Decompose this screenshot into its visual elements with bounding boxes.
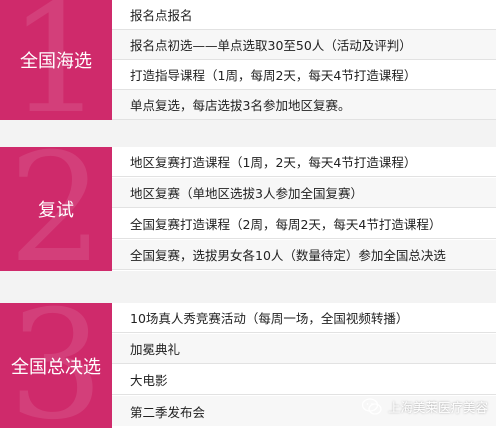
list-item: 报名点初选——单点选取30至50人（活动及评判） [112,30,496,60]
wechat-icon [361,397,382,415]
list-item: 10场真人秀竞赛活动（每周一场，全国视频转播） [112,303,496,333]
section-national-audition: 1 全国海选 报名点报名 报名点初选——单点选取30至50人（活动及评判） 打造… [0,0,496,120]
list-item: 全国复赛打造课程（2周，每周2天，每天4节打造课程） [112,209,496,239]
section-title: 全国总决选 [11,356,101,378]
source-watermark: 上海美莱医疗美容 [361,397,488,416]
list-item: 加冕典礼 [112,334,496,364]
section-label: 1 全国海选 [0,0,112,120]
list-item: 单点复选，每店选拔3名参加地区复赛。 [112,90,496,120]
list-item: 地区复赛打造课程（1周，2天，每天4节打造课程） [112,147,496,177]
section-items: 地区复赛打造课程（1周，2天，每天4节打造课程） 地区复赛（单地区选拔3人参加全… [112,147,496,271]
section-retrial: 2 复试 地区复赛打造课程（1周，2天，每天4节打造课程） 地区复赛（单地区选拔… [0,147,496,271]
list-item: 全国复赛，选拔男女各10人（数量待定）参加全国总决选 [112,240,496,270]
section-label: 2 复试 [0,147,112,271]
list-item: 报名点报名 [112,0,496,30]
list-item: 打造指导课程（1周，每周2天，每天4节打造课程） [112,60,496,90]
list-item: 地区复赛（单地区选拔3人参加全国复赛） [112,178,496,208]
process-table: 1 全国海选 报名点报名 报名点初选——单点选取30至50人（活动及评判） 打造… [0,0,496,428]
section-title: 复试 [38,200,74,221]
section-label: 3 全国总决选 [0,303,112,428]
watermark-text: 上海美莱医疗美容 [387,400,488,415]
list-item: 大电影 [112,365,496,395]
section-title: 全国海选 [20,51,92,72]
section-items: 报名点报名 报名点初选——单点选取30至50人（活动及评判） 打造指导课程（1周… [112,0,496,120]
